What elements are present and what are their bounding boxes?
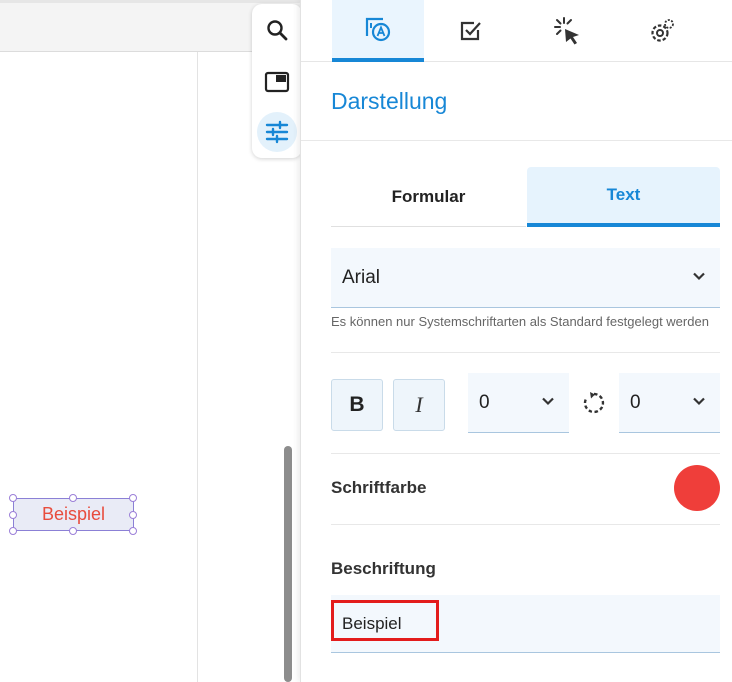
text-style-icon (365, 17, 391, 42)
search-button[interactable] (257, 10, 297, 50)
font-size-value: 0 (479, 391, 490, 413)
checkbox-icon (460, 21, 481, 41)
sample-text: Beispiel (41, 504, 106, 524)
properties-button[interactable] (257, 112, 297, 152)
italic-label: I (415, 392, 423, 417)
click-icon (554, 17, 579, 45)
picture-in-picture-button[interactable] (257, 62, 297, 102)
segmented-control: Formular Text (331, 167, 721, 227)
chevron-down-icon (542, 397, 554, 406)
segment-form[interactable]: Formular (331, 167, 526, 227)
canvas-scrollbar[interactable] (284, 446, 292, 682)
resize-handle-middle-left[interactable] (9, 511, 17, 519)
resize-handle-top-left[interactable] (9, 494, 17, 502)
font-hint-text: Es können nur Systemschriftarten als Sta… (331, 314, 709, 329)
font-family-select[interactable]: Arial (331, 248, 720, 308)
chevron-down-icon (693, 272, 705, 281)
app-window: Beispiel Darstellung Formular Text Arial… (0, 0, 732, 682)
rotation-select[interactable]: 0 (619, 373, 720, 433)
bold-label: B (349, 393, 365, 416)
rotation-value: 0 (630, 391, 641, 413)
gear-icon (651, 19, 674, 42)
panel-tabs (301, 0, 732, 62)
resize-handle-bottom-left[interactable] (9, 527, 17, 535)
tab-appearance[interactable] (332, 0, 424, 62)
highlight-box (331, 600, 439, 641)
italic-button[interactable]: I (393, 379, 445, 431)
sliders-icon (265, 120, 289, 144)
chevron-down-icon (693, 397, 705, 406)
tab-validation[interactable] (425, 0, 517, 62)
divider (331, 524, 720, 525)
panel-title: Darstellung (331, 88, 448, 114)
search-icon (267, 20, 288, 41)
segment-text[interactable]: Text (527, 167, 720, 227)
picture-in-picture-icon (264, 71, 290, 93)
canvas-guide-line (197, 52, 198, 682)
tab-settings[interactable] (616, 0, 708, 62)
floating-toolbar (252, 4, 302, 158)
rotate-icon (583, 392, 605, 414)
font-family-value: Arial (342, 266, 381, 288)
resize-handle-top-center[interactable] (69, 494, 77, 502)
resize-handle-bottom-right[interactable] (129, 527, 137, 535)
properties-panel: Darstellung Formular Text Arial Es könne… (300, 0, 732, 682)
divider (301, 140, 732, 141)
resize-handle-middle-right[interactable] (129, 511, 137, 519)
caption-label: Beschriftung (331, 559, 436, 578)
font-color-label: Schriftfarbe (331, 478, 427, 497)
tab-actions[interactable] (521, 0, 613, 62)
resize-handle-bottom-center[interactable] (69, 527, 77, 535)
divider (331, 352, 720, 353)
resize-handle-top-right[interactable] (129, 494, 137, 502)
font-color-swatch[interactable] (674, 465, 720, 511)
bold-button[interactable]: B (331, 379, 383, 431)
font-size-select[interactable]: 0 (468, 373, 569, 433)
divider (331, 453, 720, 454)
